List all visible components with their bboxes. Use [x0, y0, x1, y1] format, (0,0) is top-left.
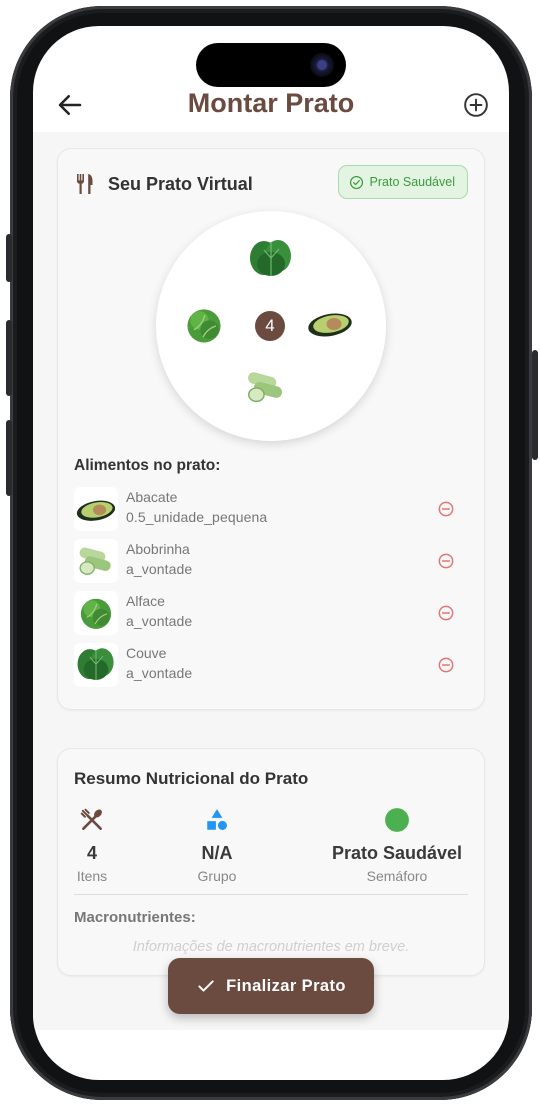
remove-food-button[interactable]	[438, 657, 454, 673]
stat-items-label: Itens	[76, 868, 108, 884]
remove-food-button[interactable]	[438, 605, 454, 621]
stat-items-value: 4	[86, 843, 97, 863]
stat-group-label: Grupo	[197, 868, 237, 884]
lettuce-icon	[187, 309, 221, 343]
check-icon	[198, 980, 214, 992]
stat-traffic-light-label: Semáforo	[366, 868, 428, 884]
kale-icon	[77, 648, 114, 680]
remove-food-button[interactable]	[438, 501, 454, 517]
stat-group-value: N/A	[201, 843, 233, 863]
power-button	[532, 350, 538, 460]
lettuce-icon	[80, 598, 112, 629]
nutrition-summary-card: Resumo Nutricional do Prato 4 Itens N/A …	[57, 748, 485, 976]
avocado-icon	[308, 313, 352, 337]
food-name: Abobrinha	[126, 541, 190, 557]
food-quantity: a_vontade	[126, 613, 193, 629]
finalize-plate-button[interactable]: Finalizar Prato	[168, 958, 374, 1014]
check-circle-icon	[349, 175, 363, 189]
zucchini-icon	[247, 372, 283, 403]
plate-food-couve[interactable]	[245, 233, 297, 285]
food-name: Abacate	[126, 489, 178, 505]
food-name: Couve	[126, 645, 167, 661]
macronutrients-note: Informações de macronutrientes em breve.	[132, 939, 410, 955]
app-bar: Montar Prato	[33, 80, 509, 130]
food-quantity: a_vontade	[126, 561, 193, 577]
food-list-heading: Alimentos no prato:	[74, 457, 221, 474]
macronutrients-title: Macronutrientes:	[74, 909, 196, 926]
food-list-item: Abacate 0.5_unidade_pequena	[74, 487, 470, 531]
kale-icon	[250, 240, 291, 276]
stat-traffic-light: Prato Saudável Semáforo	[322, 805, 472, 884]
food-thumbnail	[74, 591, 118, 635]
food-list-item: Couve a_vontade	[74, 643, 470, 687]
app-screen: Montar Prato Seu Prato Virtual Prato Sau…	[33, 26, 509, 1080]
remove-circle-icon	[438, 501, 454, 517]
plate-food-alface[interactable]	[178, 299, 230, 351]
food-thumbnail	[74, 539, 118, 583]
stat-group: N/A Grupo	[182, 805, 252, 884]
plate-item-count: 4	[255, 311, 285, 341]
restaurant-icon	[77, 174, 93, 194]
healthy-plate-badge: Prato Saudável	[337, 165, 468, 199]
badge-label: Prato Saudável	[369, 175, 455, 189]
plate-food-abobrinha[interactable]	[240, 361, 292, 413]
zucchini-icon	[79, 547, 111, 575]
food-name: Alface	[126, 593, 165, 609]
plate-title-row: Seu Prato Virtual	[74, 169, 253, 199]
finalize-plate-label: Finalizar Prato	[226, 976, 346, 995]
remove-food-button[interactable]	[438, 553, 454, 569]
virtual-plate-card: Seu Prato Virtual Prato Saudável 4 Alime…	[57, 148, 485, 710]
volume-down-button	[6, 420, 12, 496]
remove-circle-icon	[438, 605, 454, 621]
avocado-icon	[76, 500, 116, 521]
add-button[interactable]	[461, 90, 491, 120]
utensils-icon	[80, 808, 102, 830]
silent-switch	[6, 234, 12, 282]
food-thumbnail	[74, 643, 118, 687]
divider	[74, 894, 468, 895]
food-quantity: 0.5_unidade_pequena	[126, 509, 268, 525]
stat-items: 4 Itens	[62, 805, 122, 884]
page-title: Montar Prato	[187, 88, 355, 118]
category-icon	[207, 809, 227, 830]
plate-visual[interactable]: 4	[156, 211, 386, 441]
food-quantity: a_vontade	[126, 665, 193, 681]
camera-icon	[310, 53, 334, 77]
stat-traffic-light-value: Prato Saudável	[331, 843, 463, 863]
food-list-item: Abobrinha a_vontade	[74, 539, 470, 583]
summary-title: Resumo Nutricional do Prato	[74, 769, 309, 788]
scroll-content[interactable]: Seu Prato Virtual Prato Saudável 4 Alime…	[33, 132, 509, 1030]
volume-up-button	[6, 320, 12, 396]
plate-card-title: Seu Prato Virtual	[108, 173, 253, 194]
traffic-light-icon	[385, 808, 409, 832]
food-list-item: Alface a_vontade	[74, 591, 470, 635]
remove-circle-icon	[438, 657, 454, 673]
add-circle-icon	[464, 93, 488, 117]
plate-food-abacate[interactable]	[304, 297, 356, 349]
remove-circle-icon	[438, 553, 454, 569]
food-thumbnail	[74, 487, 118, 531]
